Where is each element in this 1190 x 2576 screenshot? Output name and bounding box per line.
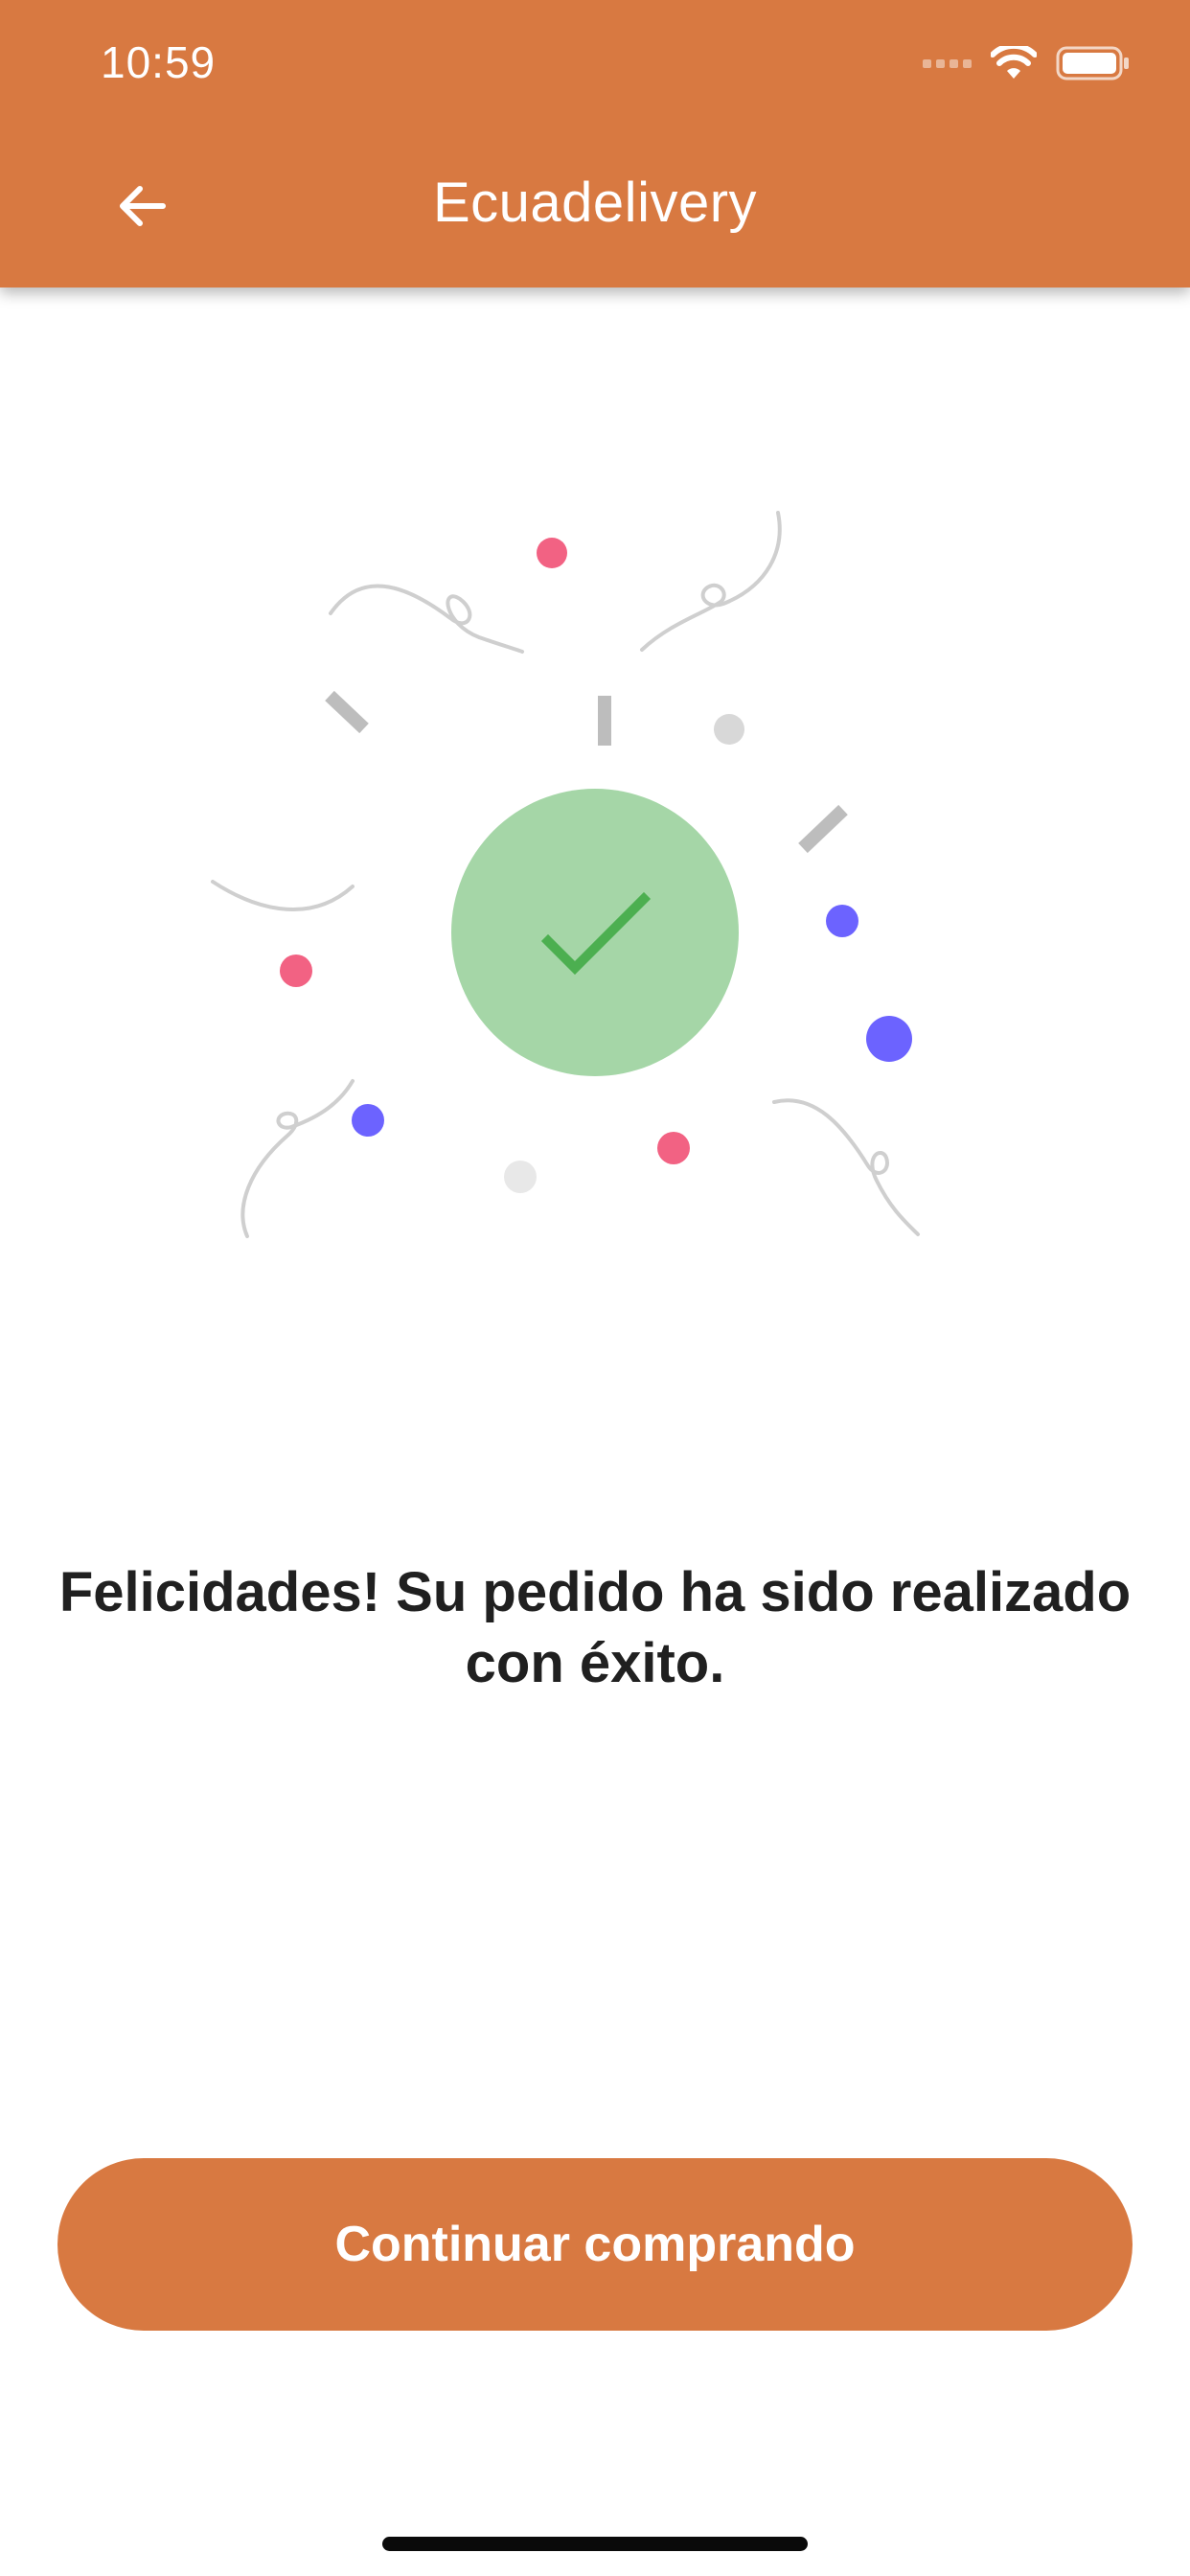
success-message: Felicidades! Su pedido ha sido realizado… [58, 1561, 1132, 1694]
battery-icon [1056, 46, 1129, 80]
wifi-icon [991, 46, 1037, 79]
home-indicator [382, 2537, 808, 2551]
continue-shopping-button[interactable]: Continuar comprando [57, 2158, 1133, 2331]
success-illustration [0, 288, 1190, 1342]
confetti-graphic [211, 511, 920, 1238]
status-time: 10:59 [101, 37, 217, 87]
success-circle [451, 789, 739, 1076]
cellular-dots-icon [923, 58, 972, 68]
app-title: Ecuadelivery [432, 172, 758, 234]
status-icons [923, 44, 1131, 82]
app-header: 10:59 Ecuadelivery [0, 0, 1190, 288]
